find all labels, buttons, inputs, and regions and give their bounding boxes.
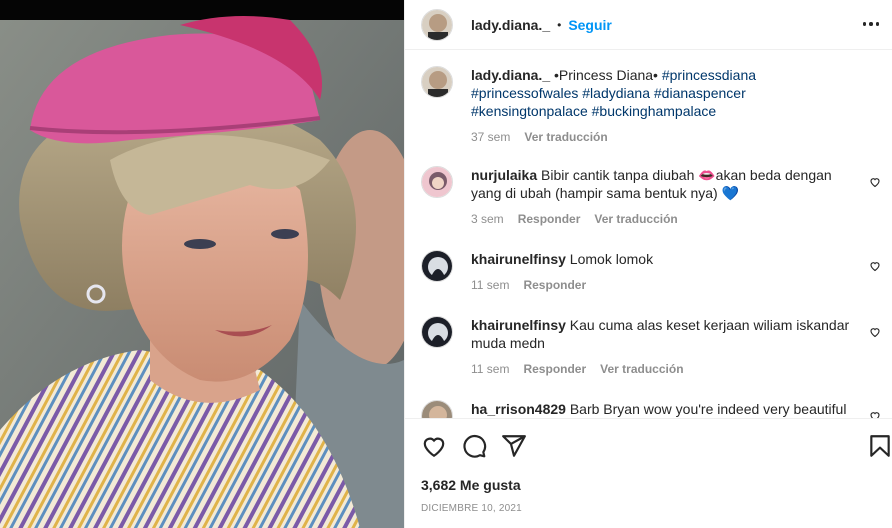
avatar-image bbox=[422, 9, 452, 40]
bookmark-icon[interactable] bbox=[867, 433, 892, 459]
comment-avatar[interactable] bbox=[421, 166, 453, 198]
translate-link[interactable]: Ver traducción bbox=[600, 360, 683, 378]
caption-translate-link[interactable]: Ver traducción bbox=[524, 128, 607, 146]
comment-username[interactable]: nurjulaika bbox=[471, 167, 537, 183]
comment-username[interactable]: ha_rrison4829 bbox=[471, 401, 566, 417]
heart-icon[interactable] bbox=[421, 433, 447, 459]
comment-like-icon[interactable] bbox=[869, 260, 881, 272]
comment-text: Lomok lomok bbox=[565, 251, 654, 267]
comments-list[interactable]: lady.diana._ •Princess Diana• #princessd… bbox=[405, 51, 892, 418]
comment-like-icon[interactable] bbox=[869, 410, 881, 418]
comment-meta: 11 sem Responder bbox=[471, 276, 861, 294]
comment-time[interactable]: 11 sem bbox=[471, 360, 509, 378]
avatar-image bbox=[422, 67, 452, 97]
caption-meta: 37 sem Ver traducción bbox=[471, 128, 861, 146]
avatar-image bbox=[422, 251, 452, 281]
post-photo bbox=[0, 0, 404, 528]
avatar-image bbox=[422, 317, 452, 347]
caption-avatar[interactable] bbox=[421, 66, 453, 98]
follow-button[interactable]: Seguir bbox=[568, 17, 612, 33]
post-actions: 3,682 Me gusta DICIEMBRE 10, 2021 bbox=[405, 418, 892, 528]
comment-text: Barb Bryan wow you're indeed very beauti… bbox=[565, 401, 847, 417]
comment-time[interactable]: 11 sem bbox=[471, 276, 509, 294]
reply-link[interactable]: Responder bbox=[523, 276, 586, 294]
reply-link[interactable]: Responder bbox=[518, 210, 581, 228]
comment-icon[interactable] bbox=[461, 433, 487, 459]
comment-body: khairunelfinsy Lomok lomok 11 sem Respon… bbox=[471, 250, 861, 294]
comment-meta: 3 sem Responder Ver traducción bbox=[471, 210, 861, 228]
author-avatar[interactable] bbox=[421, 8, 453, 41]
post-header: lady.diana._ • Seguir bbox=[405, 0, 892, 50]
author-username[interactable]: lady.diana._ bbox=[471, 17, 550, 33]
comment-like-icon[interactable] bbox=[869, 176, 881, 188]
comment-time[interactable]: 3 sem bbox=[471, 210, 504, 228]
avatar-image bbox=[422, 167, 452, 197]
caption-time[interactable]: 37 sem bbox=[471, 128, 510, 146]
avatar-image bbox=[422, 401, 452, 418]
post-image bbox=[0, 0, 404, 528]
comment-meta: 11 sem Responder Ver traducción bbox=[471, 360, 861, 378]
comment-avatar[interactable] bbox=[421, 250, 453, 282]
translate-link[interactable]: Ver traducción bbox=[594, 210, 677, 228]
comment-like-icon[interactable] bbox=[869, 326, 881, 338]
reply-link[interactable]: Responder bbox=[523, 360, 586, 378]
comment-avatar[interactable] bbox=[421, 316, 453, 348]
share-icon[interactable] bbox=[501, 433, 527, 459]
caption-body: lady.diana._ •Princess Diana• #princessd… bbox=[471, 66, 861, 146]
more-icon[interactable] bbox=[859, 14, 883, 34]
comment-avatar[interactable] bbox=[421, 400, 453, 418]
separator-dot: • bbox=[557, 17, 562, 32]
comment-username[interactable]: khairunelfinsy bbox=[471, 251, 566, 267]
comment-body: ha_rrison4829 Barb Bryan wow you're inde… bbox=[471, 400, 861, 418]
caption-text: •Princess Diana• bbox=[550, 67, 662, 83]
comment-username[interactable]: khairunelfinsy bbox=[471, 317, 566, 333]
comment-body: khairunelfinsy Kau cuma alas keset kerja… bbox=[471, 316, 861, 378]
comment-body: nurjulaika Bibir cantik tanpa diubah 👄ak… bbox=[471, 166, 861, 228]
post-date[interactable]: DICIEMBRE 10, 2021 bbox=[421, 503, 522, 514]
likes-count[interactable]: 3,682 Me gusta bbox=[421, 477, 521, 493]
caption-username[interactable]: lady.diana._ bbox=[471, 67, 550, 83]
post-side-panel: lady.diana._ • Seguir lady.diana._ •Prin… bbox=[404, 0, 892, 528]
